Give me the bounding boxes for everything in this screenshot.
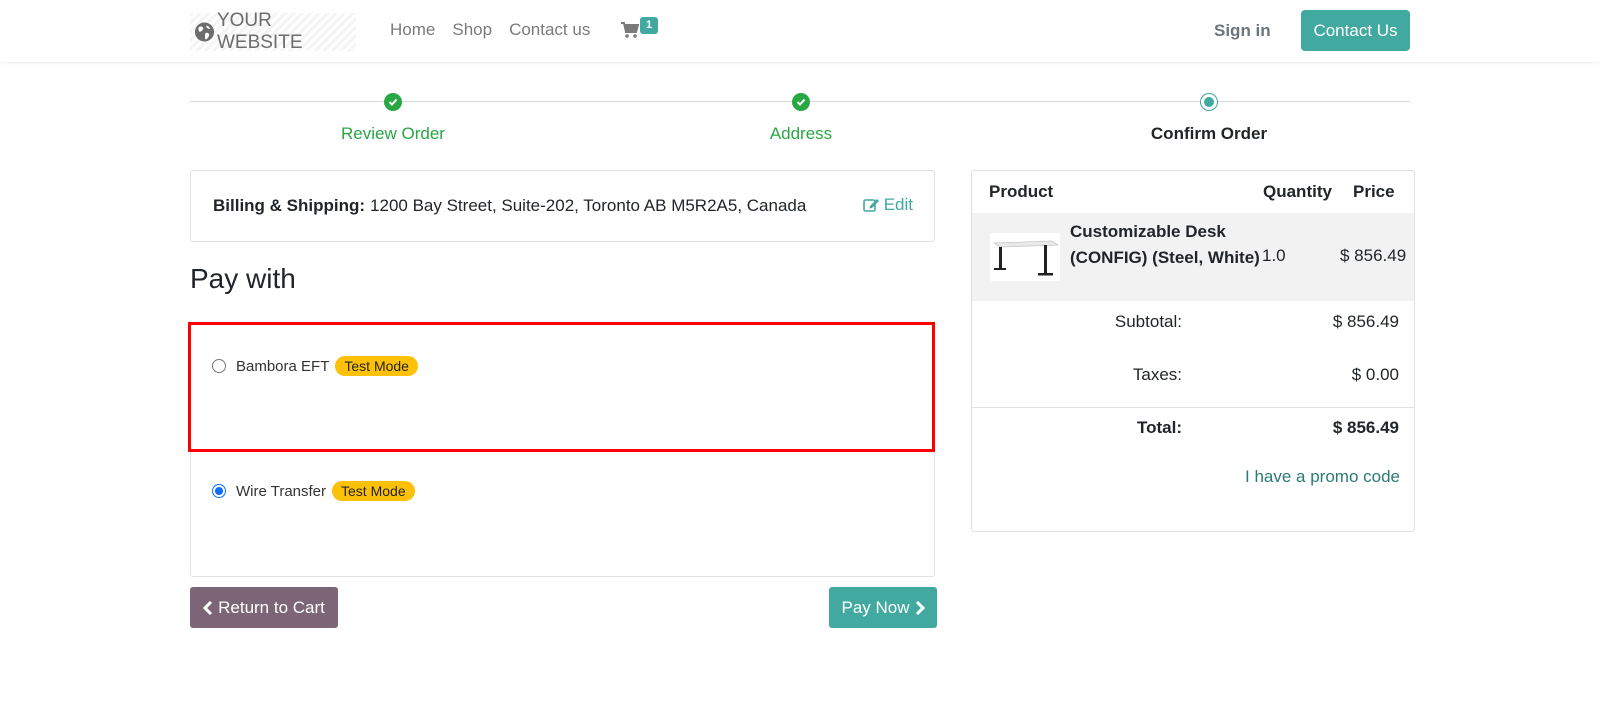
- test-mode-badge: Test Mode: [335, 356, 418, 376]
- edit-icon: [862, 199, 879, 212]
- subtotal-value: $ 856.49: [1332, 312, 1399, 331]
- order-summary-card: Product Quantity Price Customizable Desk…: [971, 170, 1415, 532]
- edit-address-link[interactable]: Edit: [862, 195, 913, 215]
- pay-with-heading: Pay with: [190, 263, 296, 294]
- billing-address: 1200 Bay Street, Suite-202, Toronto AB M…: [370, 196, 807, 215]
- step-review-order-check-icon: [384, 93, 402, 111]
- step-address-check-icon: [792, 93, 810, 111]
- edit-label: Edit: [883, 195, 913, 214]
- taxes-label: Taxes:: [1132, 365, 1182, 384]
- chevron-left-icon: [203, 600, 213, 615]
- total-value: $ 856.49: [1332, 418, 1399, 437]
- step-confirm-order-current-icon: [1200, 93, 1218, 111]
- taxes-value: $ 0.00: [1351, 365, 1399, 384]
- product-quantity: 1.0: [1262, 246, 1286, 265]
- pay-now-button[interactable]: Pay Now: [829, 587, 937, 628]
- nav-contact-us[interactable]: Contact us: [509, 20, 590, 40]
- site-header: YOUR WEBSITE Home Shop Contact us 1 Sign…: [0, 0, 1600, 62]
- wire-transfer-radio[interactable]: [212, 484, 226, 498]
- bambora-eft-radio[interactable]: [212, 359, 226, 373]
- col-header-price: Price: [1353, 182, 1395, 201]
- product-thumbnail[interactable]: [990, 233, 1060, 281]
- step-review-order[interactable]: Review Order: [293, 124, 493, 144]
- total-label: Total:: [1136, 418, 1182, 437]
- col-header-product: Product: [989, 182, 1054, 201]
- cart-count-badge: 1: [640, 17, 659, 34]
- step-confirm-order: Confirm Order: [1150, 124, 1268, 143]
- order-line: Customizable Desk (CONFIG) (Steel, White…: [972, 213, 1414, 301]
- chevron-right-icon: [915, 600, 925, 615]
- product-price: $ 856.49: [1340, 246, 1407, 265]
- step-address[interactable]: Address: [701, 124, 901, 144]
- main-nav: Home Shop Contact us: [390, 20, 590, 40]
- contact-us-button[interactable]: Contact Us: [1301, 10, 1410, 51]
- subtotal-label: Subtotal:: [1114, 312, 1182, 331]
- nav-shop[interactable]: Shop: [452, 20, 492, 40]
- billing-shipping-card: Billing & Shipping: 1200 Bay Street, Sui…: [190, 170, 935, 242]
- site-logo[interactable]: YOUR WEBSITE: [190, 10, 356, 53]
- billing-label: Billing & Shipping:: [213, 196, 366, 215]
- col-header-quantity: Quantity: [1263, 182, 1332, 201]
- return-to-cart-label: Return to Cart: [218, 597, 325, 617]
- desk-image: [992, 240, 1060, 276]
- total-divider: [972, 407, 1414, 408]
- payment-option-bambora-eft[interactable]: Bambora EFT Test Mode: [212, 356, 418, 376]
- payment-method-name: Bambora EFT: [236, 357, 330, 375]
- pay-now-label: Pay Now: [841, 597, 910, 617]
- return-to-cart-button[interactable]: Return to Cart: [190, 587, 338, 628]
- nav-home[interactable]: Home: [390, 20, 435, 40]
- logo-text: YOUR WEBSITE: [216, 10, 303, 53]
- globe-icon: [194, 22, 215, 42]
- sign-in-link[interactable]: Sign in: [1214, 21, 1271, 41]
- payment-method-name: Wire Transfer: [236, 482, 327, 500]
- product-name-link[interactable]: Customizable Desk (CONFIG) (Steel, White…: [1070, 219, 1260, 271]
- cart-icon[interactable]: [621, 21, 639, 39]
- payment-option-wire-transfer[interactable]: Wire Transfer Test Mode: [212, 481, 415, 501]
- test-mode-badge: Test Mode: [332, 481, 415, 501]
- promo-code-link[interactable]: I have a promo code: [1245, 467, 1400, 487]
